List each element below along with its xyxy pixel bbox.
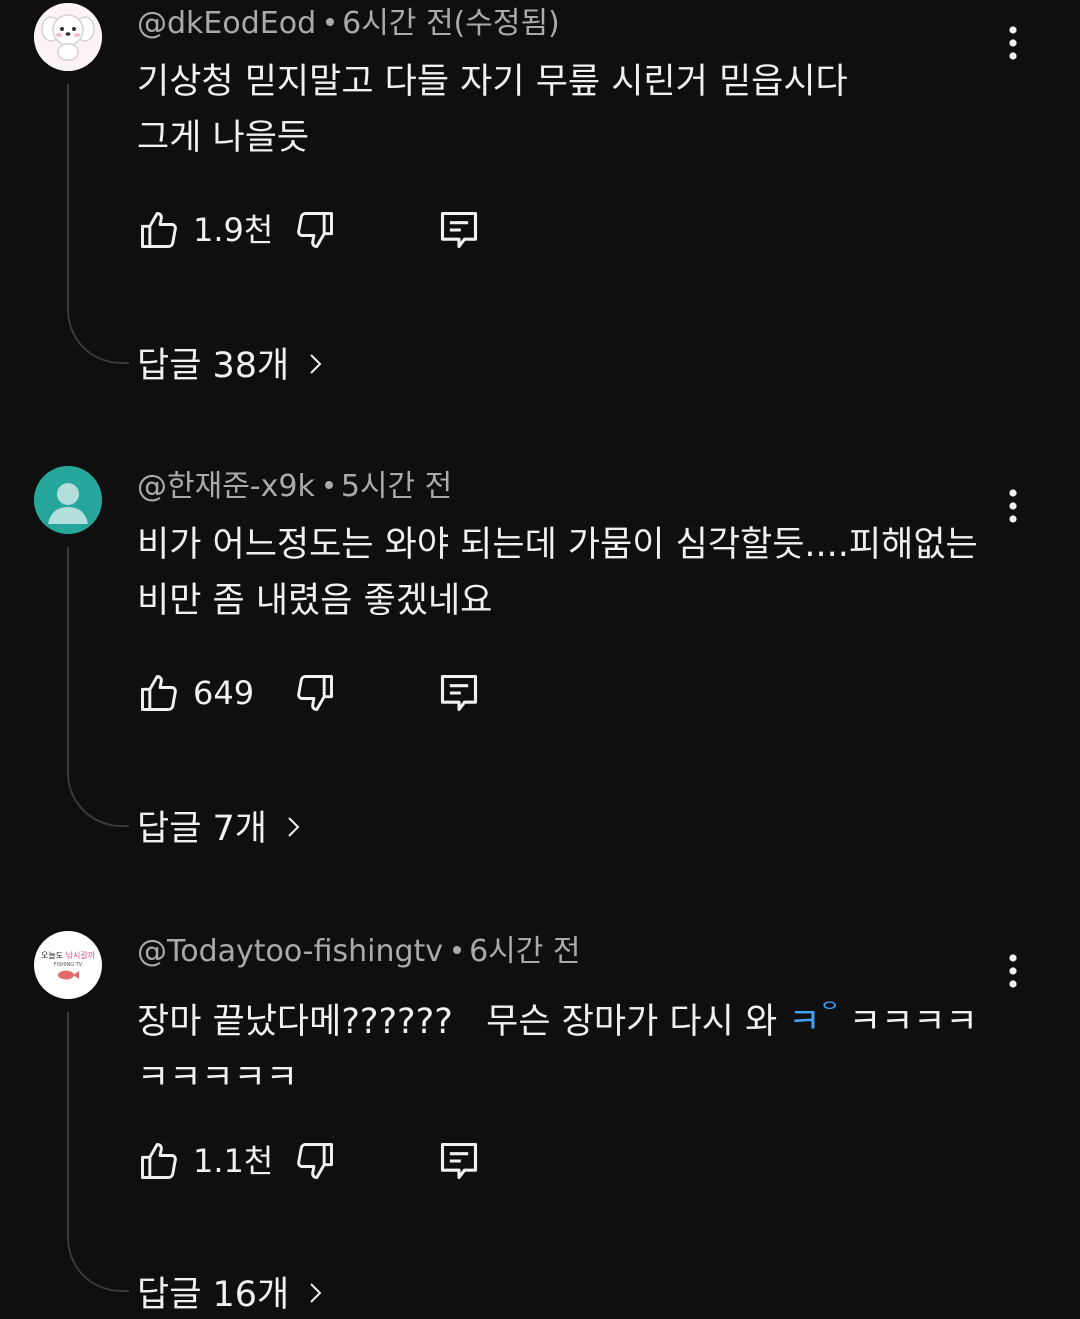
- separator-dot: [453, 945, 462, 954]
- comment-line: 그게 나을듯: [137, 118, 310, 158]
- comment-line: ㅋㅋㅋㅋㅋ: [137, 1058, 299, 1098]
- like-count: 1.1천: [193, 1142, 274, 1180]
- reply-icon: [440, 1142, 478, 1180]
- fishing-channel-logo: 오늘도 낚시갈까 FISHING TV: [34, 931, 102, 999]
- timestamp: 6시간 전: [469, 934, 581, 969]
- default-person-avatar-icon: [34, 466, 102, 534]
- puppy-avatar-icon: [34, 3, 102, 71]
- reply-button[interactable]: [437, 208, 481, 252]
- avatar[interactable]: 오늘도 낚시갈까 FISHING TV: [34, 931, 102, 999]
- thread-line: [67, 547, 129, 827]
- separator-dot: [324, 480, 333, 489]
- comment-line: 장마 끝났다메?????? 무슨 장마가 다시 와 ㅋᄋ ㅋㅋㅋㅋ: [137, 982, 997, 1050]
- comment-text: 기상청 믿지말고 다들 자기 무릎 시린거 믿읍시다 그게 나을듯: [137, 54, 997, 166]
- like-button[interactable]: [137, 208, 181, 252]
- like-button[interactable]: [137, 1139, 181, 1183]
- separator-dot: [326, 17, 335, 26]
- thumbs-up-icon: [141, 1143, 177, 1179]
- comment-actions: 1.9천: [137, 208, 537, 252]
- comment-item: @dkEodEod 6시간 전(수정됨) 기상청 믿지말고 다들 자기 무릎 시린…: [0, 0, 1080, 420]
- logo-subtext: FISHING TV: [53, 962, 83, 968]
- like-count: 1.9천: [193, 211, 274, 249]
- highlighted-text: ㅋ: [788, 1002, 821, 1042]
- more-vert-icon: [1009, 26, 1017, 60]
- comment-meta: @Todaytoo-fishingtv 6시간 전: [137, 932, 581, 972]
- more-vert-icon: [1009, 954, 1017, 988]
- comment-text: 비가 어느정도는 와야 되는데 가뭄이 심각할듯....피해없는 비만 좀 내렸…: [137, 517, 997, 629]
- author-name[interactable]: @한재준-x9k: [137, 469, 315, 504]
- chevron-right-icon: [310, 1283, 322, 1303]
- comment-text-part: ㅋㅋㅋㅋ: [848, 1002, 978, 1042]
- thumbs-up-icon: [141, 212, 177, 248]
- author-name[interactable]: @dkEodEod: [137, 6, 316, 41]
- comment-meta: @dkEodEod 6시간 전(수정됨): [137, 4, 560, 44]
- comment-line: 비만 좀 내렸음 좋겠네요: [137, 581, 493, 621]
- more-options-button[interactable]: [990, 483, 1036, 529]
- replies-count: 답글 38개: [137, 346, 290, 386]
- logo-text-pink: 낚시갈까: [65, 951, 96, 960]
- dislike-button[interactable]: [293, 1139, 337, 1183]
- fish-icon: [58, 970, 79, 980]
- comment-item: @한재준-x9k 5시간 전 비가 어느정도는 와야 되는데 가뭄이 심각할듯..…: [0, 463, 1080, 883]
- reply-button[interactable]: [437, 1139, 481, 1183]
- thumbs-down-icon: [297, 1143, 333, 1179]
- comment-line: 비가 어느정도는 와야 되는데 가뭄이 심각할듯....피해없는: [137, 525, 978, 565]
- reply-icon: [440, 211, 478, 249]
- view-replies-button[interactable]: 답글 16개: [137, 1272, 327, 1318]
- more-options-button[interactable]: [990, 20, 1036, 66]
- comment-actions: 649: [137, 671, 537, 715]
- view-replies-button[interactable]: 답글 38개: [137, 343, 327, 389]
- more-options-button[interactable]: [990, 948, 1036, 994]
- dislike-button[interactable]: [293, 671, 337, 715]
- comment-text-part: 장마 끝났다메?????? 무슨 장마가 다시 와: [137, 1002, 789, 1042]
- timestamp: 6시간 전(수정됨): [342, 6, 560, 41]
- comment-item: 오늘도 낚시갈까 FISHING TV @Todaytoo-fishingtv 6…: [0, 928, 1080, 1319]
- like-count: 649: [193, 674, 255, 712]
- author-name[interactable]: @Todaytoo-fishingtv: [137, 934, 443, 969]
- more-vert-icon: [1009, 489, 1017, 523]
- view-replies-button[interactable]: 답글 7개: [137, 806, 305, 852]
- comment-actions: 1.1천: [137, 1139, 537, 1183]
- comment-line: 기상청 믿지말고 다들 자기 무릎 시린거 믿읍시다: [137, 62, 848, 102]
- avatar[interactable]: [34, 3, 102, 71]
- chevron-right-icon: [288, 817, 300, 837]
- timestamp: 5시간 전: [340, 469, 453, 504]
- replies-count: 답글 16개: [137, 1275, 290, 1315]
- dislike-button[interactable]: [293, 208, 337, 252]
- thumbs-up-icon: [141, 675, 177, 711]
- avatar[interactable]: [34, 466, 102, 534]
- comment-meta: @한재준-x9k 5시간 전: [137, 467, 452, 507]
- like-button[interactable]: [137, 671, 181, 715]
- logo-text: 오늘도: [40, 951, 64, 960]
- comment-text: 장마 끝났다메?????? 무슨 장마가 다시 와 ㅋᄋ ㅋㅋㅋㅋ ㅋㅋㅋㅋㅋ: [137, 982, 997, 1106]
- thumbs-down-icon: [297, 675, 333, 711]
- reply-icon: [440, 674, 478, 712]
- thread-line: [67, 1012, 129, 1292]
- reply-button[interactable]: [437, 671, 481, 715]
- thumbs-down-icon: [297, 212, 333, 248]
- replies-count: 답글 7개: [137, 809, 267, 849]
- superscript-text: ᄋ: [820, 998, 839, 1022]
- thread-line: [67, 84, 129, 364]
- chevron-right-icon: [310, 354, 322, 374]
